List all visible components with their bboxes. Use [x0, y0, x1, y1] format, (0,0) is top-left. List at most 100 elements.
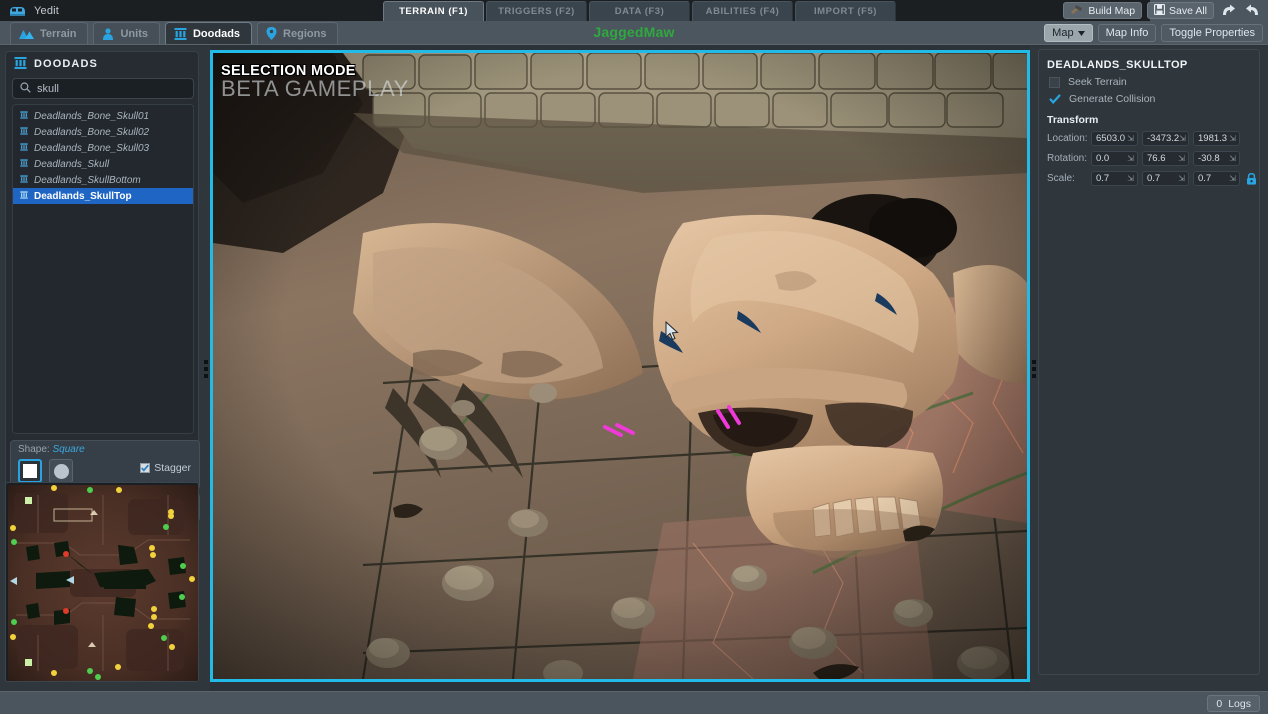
hammer-icon	[1070, 4, 1084, 18]
save-all-label: Save All	[1169, 5, 1207, 17]
save-all-button[interactable]: Save All	[1147, 2, 1214, 19]
doodads-panel-title: DOODADS	[34, 58, 98, 70]
list-item[interactable]: Deadlands_Bone_Skull01	[13, 108, 193, 124]
spinner-icon[interactable]: ⇲	[1229, 174, 1236, 183]
location-x-field[interactable]: 6503.0 ⇲	[1091, 131, 1138, 146]
rotation-y-value: 76.6	[1147, 153, 1166, 164]
tab-terrain[interactable]: Terrain	[10, 22, 88, 44]
spinner-icon[interactable]: ⇲	[1229, 154, 1236, 163]
stagger-label: Stagger	[154, 462, 191, 474]
search-input[interactable]: skull	[12, 78, 194, 99]
mode-tab-abilities[interactable]: ABILITIES (F4)	[692, 1, 793, 21]
mode-tab-data[interactable]: DATA (F3)	[589, 1, 690, 21]
logs-label: Logs	[1228, 698, 1251, 710]
rotation-x-field[interactable]: 0.0 ⇲	[1091, 151, 1138, 166]
list-item-label: Deadlands_SkullTop	[34, 191, 132, 202]
build-map-label: Build Map	[1088, 5, 1135, 17]
tab-terrain-label: Terrain	[40, 28, 76, 40]
pillar-icon	[20, 111, 28, 122]
tab-doodads[interactable]: Doodads	[165, 22, 252, 44]
rotation-label: Rotation:	[1047, 153, 1087, 164]
map-dropdown-button[interactable]: Map	[1044, 24, 1092, 42]
shape-options-row: Stagger	[11, 455, 199, 483]
chevron-down-icon	[1078, 27, 1085, 39]
viewport[interactable]: SELECTION MODE BETA GAMEPLAY	[210, 50, 1030, 682]
person-icon	[102, 28, 114, 40]
scale-z-value: 0.7	[1198, 173, 1211, 184]
save-disk-icon	[1154, 4, 1165, 18]
toggle-properties-button[interactable]: Toggle Properties	[1161, 24, 1263, 42]
transform-section-title: Transform	[1039, 105, 1259, 126]
pillar-icon	[20, 175, 28, 186]
build-map-button[interactable]: Build Map	[1063, 2, 1142, 19]
tab-regions[interactable]: Regions	[257, 22, 338, 44]
minimap[interactable]	[5, 482, 199, 682]
spinner-icon[interactable]: ⇲	[1178, 154, 1185, 163]
rotation-row: Rotation: 0.0 ⇲ 76.6 ⇲ -30.8 ⇲	[1039, 146, 1259, 166]
tab-regions-label: Regions	[283, 28, 326, 40]
mouse-cursor	[665, 321, 679, 346]
spinner-icon[interactable]: ⇲	[1127, 134, 1134, 143]
spinner-icon[interactable]: ⇲	[1229, 134, 1236, 143]
location-y-field[interactable]: -3473.2 ⇲	[1142, 131, 1189, 146]
redo-arrow-icon[interactable]	[1219, 2, 1238, 19]
lock-icon[interactable]	[1246, 173, 1257, 185]
circle-brush-icon[interactable]	[49, 459, 73, 483]
pillar-icon	[20, 191, 28, 202]
generate-collision-checkbox[interactable]: Generate Collision	[1039, 88, 1259, 105]
list-item[interactable]: Deadlands_SkullBottom	[13, 172, 193, 188]
spinner-icon[interactable]: ⇲	[1127, 174, 1134, 183]
scale-y-field[interactable]: 0.7 ⇲	[1142, 171, 1189, 186]
spinner-icon[interactable]: ⇲	[1178, 174, 1185, 183]
location-label: Location:	[1047, 133, 1087, 144]
pillar-icon	[20, 127, 28, 138]
minimap-image	[8, 485, 196, 679]
right-splitter-handle[interactable]	[1030, 46, 1038, 691]
stagger-toggle[interactable]: Stagger	[140, 462, 191, 474]
checkbox-icon	[140, 463, 150, 473]
mountain-icon	[19, 28, 34, 40]
mode-tab-triggers[interactable]: TRIGGERS (F2)	[486, 1, 587, 21]
tab-units[interactable]: Units	[93, 22, 160, 44]
logs-button[interactable]: 0 Logs	[1207, 695, 1260, 712]
scale-z-field[interactable]: 0.7 ⇲	[1193, 171, 1240, 186]
list-item-selected[interactable]: Deadlands_SkullTop	[13, 188, 193, 204]
generate-collision-label: Generate Collision	[1069, 93, 1155, 105]
viewport-3d-scene[interactable]	[213, 53, 1027, 679]
undo-arrow-icon[interactable]	[1243, 2, 1262, 19]
shape-label: Shape:	[18, 444, 50, 455]
scale-row: Scale: 0.7 ⇲ 0.7 ⇲ 0.7 ⇲	[1039, 166, 1259, 186]
shape-value: Square	[52, 444, 84, 455]
rotation-y-field[interactable]: 76.6 ⇲	[1142, 151, 1189, 166]
map-info-button[interactable]: Map Info	[1098, 24, 1157, 42]
doodad-list[interactable]: Deadlands_Bone_Skull01 Deadlands_Bone_Sk…	[12, 104, 194, 434]
list-item[interactable]: Deadlands_Bone_Skull02	[13, 124, 193, 140]
list-item[interactable]: Deadlands_Bone_Skull03	[13, 140, 193, 156]
left-splitter-handle[interactable]	[202, 46, 210, 691]
mode-tab-bar: TERRAIN (F1) TRIGGERS (F2) DATA (F3) ABI…	[383, 1, 896, 21]
spinner-icon[interactable]: ⇲	[1179, 134, 1186, 143]
app-title: Yedit	[34, 5, 59, 17]
pillar-icon	[20, 159, 28, 170]
list-item-label: Deadlands_SkullBottom	[34, 175, 141, 186]
logs-count: 0	[1216, 698, 1222, 710]
location-z-field[interactable]: 1981.3 ⇲	[1193, 131, 1240, 146]
scale-x-field[interactable]: 0.7 ⇲	[1091, 171, 1138, 186]
scale-y-value: 0.7	[1147, 173, 1160, 184]
tab-doodads-label: Doodads	[193, 28, 240, 40]
rotation-z-field[interactable]: -30.8 ⇲	[1193, 151, 1240, 166]
mode-tab-terrain[interactable]: TERRAIN (F1)	[383, 1, 484, 21]
seek-terrain-checkbox[interactable]: Seek Terrain	[1039, 71, 1259, 88]
map-toolbar: Map Map Info Toggle Properties	[1044, 24, 1263, 42]
list-item-label: Deadlands_Bone_Skull01	[34, 111, 149, 122]
app-logo-icon	[6, 0, 28, 21]
mode-tab-import[interactable]: IMPORT (F5)	[795, 1, 896, 21]
doodads-panel: DOODADS skull Deadlands_Bone_Skull01	[5, 51, 199, 489]
status-bar: 0 Logs	[0, 691, 1268, 714]
list-item[interactable]: Deadlands_Skull	[13, 156, 193, 172]
spinner-icon[interactable]: ⇲	[1127, 154, 1134, 163]
location-z-value: 1981.3	[1198, 133, 1227, 144]
square-brush-icon[interactable]	[18, 459, 42, 483]
seek-terrain-label: Seek Terrain	[1068, 76, 1127, 88]
rotation-z-value: -30.8	[1198, 153, 1220, 164]
